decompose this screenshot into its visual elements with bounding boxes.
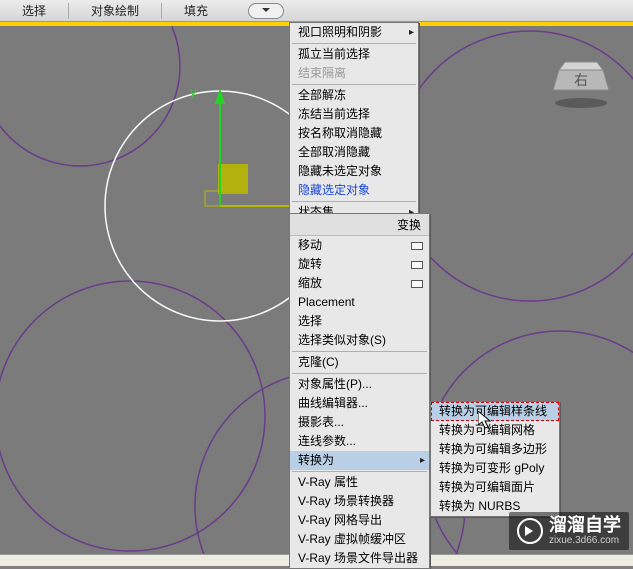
menu-separator [292, 43, 416, 44]
menu-move[interactable]: 移动 [290, 236, 429, 255]
menu-vray-properties[interactable]: V-Ray 属性 [290, 473, 429, 492]
menu-end-isolate: 结束隔离 [290, 64, 418, 83]
submenu-convert-to: 转换为可编辑样条线 转换为可编辑网格 转换为可编辑多边形 转换为可变形 gPol… [430, 401, 560, 517]
toolbar-object-paint[interactable]: 对象绘制 [69, 2, 161, 19]
watermark: 溜溜自学 zixue.3d66.com [509, 512, 629, 550]
svg-text:右: 右 [574, 72, 588, 88]
menu-clone[interactable]: 克隆(C) [290, 353, 429, 372]
menu-viewport-lighting[interactable]: 视口照明和阴影 [290, 23, 418, 42]
menu-dope-sheet[interactable]: 摄影表... [290, 413, 429, 432]
menu-freeze-current[interactable]: 冻结当前选择 [290, 105, 418, 124]
menu-unhide-by-name[interactable]: 按名称取消隐藏 [290, 124, 418, 143]
viewcube[interactable]: 右 [551, 60, 611, 115]
menu-wire-parameters[interactable]: 连线参数... [290, 432, 429, 451]
toolbar-dropdown[interactable] [248, 3, 284, 19]
menu-select-similar[interactable]: 选择类似对象(S) [290, 331, 429, 350]
menu-unfreeze-all[interactable]: 全部解冻 [290, 86, 418, 105]
play-icon [517, 518, 543, 544]
menu-convert-to[interactable]: 转换为 [290, 451, 429, 470]
menu-vray-mesh-export[interactable]: V-Ray 网格导出 [290, 511, 429, 530]
top-toolbar: 选择 对象绘制 填充 [0, 0, 633, 22]
menu-object-properties[interactable]: 对象属性(P)... [290, 375, 429, 394]
menu-vray-scene-exporter[interactable]: V-Ray 场景文件导出器 [290, 549, 429, 568]
menu-placement[interactable]: Placement [290, 293, 429, 312]
toolbar-select[interactable]: 选择 [0, 2, 68, 19]
menu-to-gpoly[interactable]: 转换为可变形 gPoly [431, 459, 559, 478]
axis-y-label: y [190, 84, 197, 99]
menu-scale[interactable]: 缩放 [290, 274, 429, 293]
menu-hide-unselected[interactable]: 隐藏未选定对象 [290, 162, 418, 181]
menu-unhide-all[interactable]: 全部取消隐藏 [290, 143, 418, 162]
menu-separator [292, 84, 416, 85]
watermark-site: zixue.3d66.com [549, 536, 621, 546]
context-menu-transform: 变换 移动 旋转 缩放 Placement 选择 选择类似对象(S) 克隆(C)… [289, 213, 430, 569]
menu-to-editable-poly[interactable]: 转换为可编辑多边形 [431, 440, 559, 459]
menu-separator [292, 201, 416, 202]
menu-isolate-current[interactable]: 孤立当前选择 [290, 45, 418, 64]
menu-hide-selected[interactable]: 隐藏选定对象 [290, 181, 418, 200]
menu-vray-vfb[interactable]: V-Ray 虚拟帧缓冲区 [290, 530, 429, 549]
menu-separator [292, 351, 427, 352]
menu-to-editable-mesh[interactable]: 转换为可编辑网格 [431, 421, 559, 440]
menu-vray-scene-converter[interactable]: V-Ray 场景转换器 [290, 492, 429, 511]
watermark-title: 溜溜自学 [549, 516, 621, 534]
menu-to-editable-patch[interactable]: 转换为可编辑面片 [431, 478, 559, 497]
menu-select[interactable]: 选择 [290, 312, 429, 331]
menu-separator [292, 373, 427, 374]
menu-rotate[interactable]: 旋转 [290, 255, 429, 274]
menu-to-editable-spline[interactable]: 转换为可编辑样条线 [431, 402, 559, 421]
menu-separator [292, 471, 427, 472]
toolbar-fill[interactable]: 填充 [162, 2, 230, 19]
menu-section-title-transform: 变换 [290, 214, 429, 236]
menu-curve-editor[interactable]: 曲线编辑器... [290, 394, 429, 413]
